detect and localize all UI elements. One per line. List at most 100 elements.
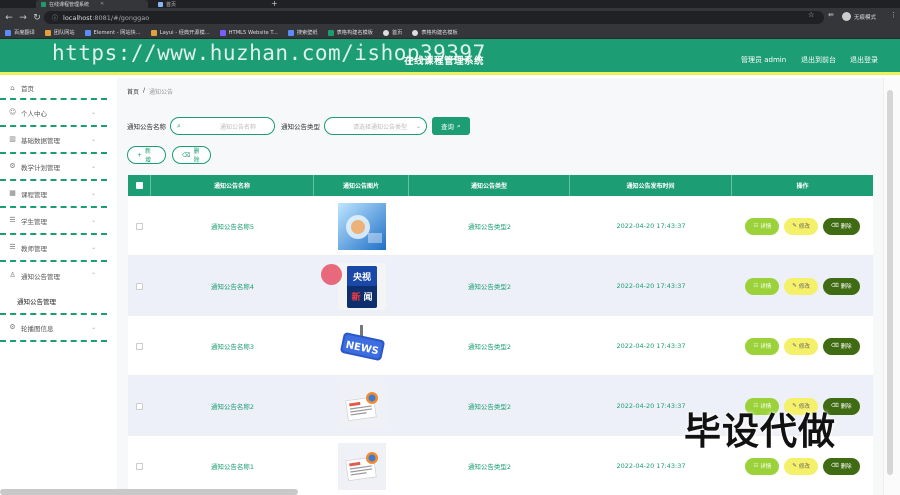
notice-image-cell	[314, 196, 409, 256]
address-bar[interactable]: ⓘ localhost:8081/#/gonggao	[44, 11, 824, 24]
back-icon[interactable]: ←	[2, 13, 16, 23]
reload-icon[interactable]: ↻	[30, 13, 44, 23]
newspaper-graphic	[337, 382, 386, 430]
logout-link[interactable]: 退出登录	[850, 55, 878, 65]
row-checkbox[interactable]	[136, 462, 143, 470]
backstage-link[interactable]: 退出到前台	[801, 55, 836, 65]
query-button[interactable]: 查询 ⌕	[432, 117, 470, 135]
bookmark-icon	[5, 29, 11, 36]
detail-button[interactable]: ☷ 详情	[745, 217, 780, 235]
row-checkbox[interactable]	[136, 402, 143, 410]
bookmark-item[interactable]: HTML5 Website T...	[219, 29, 278, 36]
breadcrumb-current: 通知公告	[149, 89, 174, 96]
bookmark-label: 团队网站	[53, 30, 75, 36]
bookmark-item[interactable]: 百度翻译	[5, 29, 35, 36]
sidebar-item-teachers[interactable]: ☰ 教师管理 ⌄	[0, 235, 107, 262]
browser-toolbar: ← → ↻ ⓘ localhost:8081/#/gonggao ☆ ⇚ 无痕模…	[0, 8, 900, 27]
tech-image-graphic	[337, 202, 386, 250]
sidebar-item-basic-data[interactable]: ▥ 基础数据管理 ⌄	[0, 127, 107, 154]
batch-delete-button[interactable]: ⌫ 删除	[172, 146, 211, 164]
column-header: 通知公告名称	[151, 175, 314, 196]
detail-button[interactable]: ☷ 详情	[745, 337, 780, 355]
edit-label: 修改	[798, 344, 810, 350]
notice-image-cell	[314, 436, 409, 495]
sidebar-item-profile[interactable]: ☺ 个人中心 ⌄	[0, 100, 107, 127]
news-sign-image[interactable]: NEWS	[330, 322, 394, 370]
notice-time: 2022-04-20 17:43:37	[616, 222, 686, 230]
sidebar-item-notices[interactable]: ♙ 通知公告管理 ⌃	[0, 262, 107, 289]
profile-button[interactable]: 无痕模式	[842, 12, 876, 21]
trash-icon: ⌫	[830, 223, 839, 229]
batch-delete-label: 删除	[193, 148, 200, 164]
sidebar-subitem-notices[interactable]: 通知公告管理	[0, 289, 107, 315]
row-checkbox[interactable]	[136, 222, 143, 230]
bookmark-icon	[327, 29, 334, 36]
detail-button[interactable]: ☷ 详情	[745, 457, 780, 475]
sidebar-item-teaching-plan[interactable]: ⚙ 教学计划管理 ⌄	[0, 154, 107, 181]
bookmark-item[interactable]: Element - 网站快...	[84, 29, 141, 36]
select-all-checkbox[interactable]	[135, 182, 143, 189]
sidebar-item-home[interactable]: ⌂ 首页	[0, 78, 107, 100]
newspaper-graphic	[337, 442, 386, 490]
bookmark-item[interactable]: 首页	[382, 29, 402, 36]
trash-icon: ⌫	[182, 151, 191, 159]
bookmark-item[interactable]: 表格构建名模板	[412, 29, 458, 36]
edit-icon: ✎	[792, 283, 797, 289]
grid-icon: ▦	[9, 189, 16, 197]
sidebar-item-carousel[interactable]: ⚙ 轮播图信息 ⌄	[0, 315, 107, 342]
column-header: 操作	[796, 183, 809, 190]
extension-icon[interactable]: ⇚	[828, 11, 834, 19]
table-row: 通知公告名称5 通知公告类型2 2022-04-20 17:43:37 ☷详情	[128, 196, 873, 256]
tech-image[interactable]	[330, 202, 394, 250]
browser-tab-title: 在线课程管理系统	[49, 1, 90, 8]
horizontal-scrollbar-thumb[interactable]	[0, 489, 298, 495]
delete-button[interactable]: ⌫ 删除	[822, 337, 860, 355]
sidebar-item-students[interactable]: ☰ 学生管理 ⌄	[0, 208, 107, 235]
row-select-cell	[128, 436, 151, 495]
admin-label: 管理员 admin	[741, 56, 787, 64]
sidebar-item-label: 轮播图信息	[21, 324, 54, 333]
delete-button[interactable]: ⌫ 删除	[822, 277, 860, 295]
settings-icon: ⚙	[9, 323, 16, 331]
edit-button[interactable]: ✎ 修改	[784, 217, 818, 235]
edit-button[interactable]: ✎ 修改	[784, 337, 818, 355]
notice-type: 通知公告类型2	[467, 223, 512, 231]
name-search-input[interactable]: ⌕ 通知公告名称	[170, 117, 275, 135]
browser-tab[interactable]: 首页	[153, 0, 265, 8]
bookmark-item[interactable]: 团队网站	[44, 29, 75, 36]
detail-label: 详情	[760, 284, 772, 290]
add-button[interactable]: + 新增	[127, 146, 166, 164]
delete-button[interactable]: ⌫ 删除	[822, 457, 860, 475]
edit-button[interactable]: ✎ 修改	[784, 457, 818, 475]
detail-button[interactable]: ☷ 详情	[745, 277, 780, 295]
bookmark-icon	[150, 29, 157, 36]
trash-icon: ⌫	[830, 343, 839, 349]
close-tab-icon[interactable]: ✕	[100, 1, 104, 7]
delete-button[interactable]: ⌫ 删除	[822, 217, 860, 235]
bookmark-item[interactable]: 搜索壁纸	[287, 29, 318, 36]
row-checkbox[interactable]	[136, 342, 143, 350]
browser-menu-icon[interactable]: ⋮	[890, 11, 897, 19]
bookmark-star-icon[interactable]: ☆	[808, 11, 814, 19]
sidebar-item-label: 个人中心	[21, 109, 47, 118]
sidebar-item-courses[interactable]: ▦ 课程管理 ⌄	[0, 181, 107, 208]
breadcrumb-home[interactable]: 首页	[127, 87, 139, 96]
new-tab-icon[interactable]: +	[271, 0, 278, 8]
bookmark-item[interactable]: Layui - 经典开源模...	[150, 29, 210, 36]
row-checkbox[interactable]	[136, 282, 143, 290]
newspaper-image[interactable]	[330, 442, 394, 490]
forward-icon[interactable]: →	[16, 13, 30, 23]
browser-tab-active[interactable]: 在线课程管理系统 ✕	[36, 0, 148, 8]
delete-label: 删除	[840, 464, 852, 470]
bookmark-item[interactable]: 表格构建名模板	[327, 29, 373, 36]
type-select[interactable]: 请选择通知公告类型 ⌄	[324, 117, 427, 135]
bookmark-label: Element - 网站快...	[93, 30, 141, 36]
vertical-scrollbar-thumb[interactable]	[887, 90, 893, 475]
row-actions: ☷ 详情 ✎ 修改 ⌫ 删除	[732, 256, 873, 316]
sidebar-item-label: 教师管理	[21, 244, 47, 253]
corner-watermark: 毕设代做	[684, 410, 836, 453]
newspaper-image[interactable]	[330, 382, 394, 430]
edit-icon: ✎	[792, 223, 797, 229]
select-all-cell	[128, 175, 151, 196]
edit-button[interactable]: ✎ 修改	[784, 277, 818, 295]
